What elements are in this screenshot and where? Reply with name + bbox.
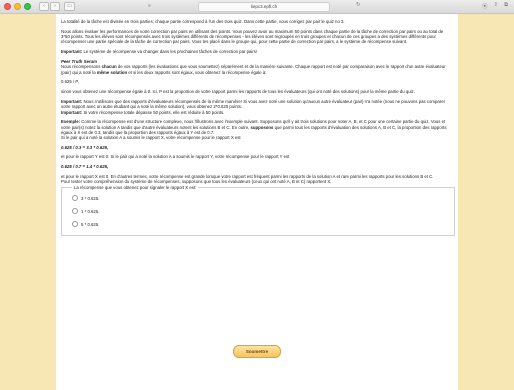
radio-button[interactable]: [72, 195, 78, 202]
points-text: Nous allons évaluer les performances de …: [61, 28, 444, 45]
important-label: Important:: [61, 109, 83, 115]
back-icon[interactable]: ‹: [39, 2, 49, 11]
example-part: Si le pair qui a noté la solution A a so…: [61, 135, 241, 141]
desc-bold: chacun: [101, 64, 117, 70]
answer-label: 5 * 0.625.: [81, 221, 100, 227]
radio-button[interactable]: [72, 208, 78, 215]
important-text: Le système de récompense va changer dans…: [82, 49, 258, 55]
question-legend: La récompense que vous obtenez pour sign…: [74, 184, 197, 190]
page-content: La totalité de la tâche est divisée en t…: [56, 14, 458, 390]
reward-description: Nous récompensons chacun de vos rapports…: [61, 64, 453, 75]
important-note: Important: Le système de récompense va c…: [61, 49, 453, 54]
example-label: Exemple:: [61, 119, 81, 125]
desc-part: Nous récompensons: [61, 64, 102, 70]
reload-icon[interactable]: ↻: [356, 2, 361, 8]
answer-label: 3 * 0.625.: [81, 195, 100, 201]
intro-text: La totalité de la tâche est divisée en t…: [61, 19, 345, 24]
answer-option[interactable]: 5 * 0.625.: [72, 218, 450, 231]
browser-toolbar: ‹ › ▭ ≡ liepc3.epfl.ch ↻ ⦿ ⇪ ⧉: [0, 0, 514, 14]
address-bar[interactable]: liepc3.epfl.ch: [198, 2, 330, 12]
forward-icon[interactable]: ›: [50, 2, 60, 11]
minimize-window-icon[interactable]: [14, 3, 21, 10]
proportion-text: sinon vous obtenez une récompense égale …: [61, 89, 415, 95]
instructions: La totalité de la tâche est divisée en t…: [61, 19, 455, 236]
close-window-icon[interactable]: [4, 3, 11, 10]
important-text: Nous n'utilisons que des rapports d'éval…: [61, 98, 446, 110]
desc-bold: même solution: [96, 69, 128, 75]
example-bold: supposons: [250, 124, 274, 130]
radio-button[interactable]: [72, 221, 78, 228]
example-text: Exemple: Comme la récompense est d'une s…: [61, 119, 453, 140]
important-text: Si votre récompense totale dépasse 50 po…: [82, 109, 225, 115]
window-controls: [4, 3, 31, 10]
download-icon[interactable]: ⦿: [482, 2, 488, 10]
formula-y: 0.625 / 0.7 = 1.4 * 0.625,: [61, 164, 109, 170]
formula-x: 0.625 / 0.3 = 3.3 * 0.625,: [61, 144, 109, 150]
browser-window: ‹ › ▭ ≡ liepc3.epfl.ch ↻ ⦿ ⇪ ⧉ La totali…: [0, 0, 514, 390]
formula-main: 0.625 / P,: [61, 79, 79, 85]
important-label: Important:: [61, 98, 83, 104]
reader-icon[interactable]: ≡: [148, 3, 151, 9]
share-icon[interactable]: ⇪: [493, 2, 498, 10]
desc-part: et si les deux rapports sont égaux, vous…: [127, 69, 267, 75]
example-y-text: et pour le rapport Y est 0. Si le pair q…: [61, 154, 290, 160]
submit-button[interactable]: Soumettre: [233, 345, 281, 358]
important-note-3: Important: Si votre récompense totale dé…: [61, 110, 453, 115]
important-label: Important:: [61, 49, 83, 55]
important-note-2: Important: Nous n'utilisons que des rapp…: [61, 99, 453, 110]
heading-text: Peer Truth Serum: [61, 58, 97, 64]
answer-option[interactable]: 1 * 0.625.: [72, 205, 450, 218]
answer-option[interactable]: 3 * 0.625.: [72, 192, 450, 205]
sidebar-toggle-icon[interactable]: ▭: [64, 2, 75, 11]
maximize-window-icon[interactable]: [24, 3, 31, 10]
tabs-icon[interactable]: ⧉: [504, 2, 508, 10]
answer-label: 1 * 0.625.: [81, 208, 100, 214]
answer-group: La récompense que vous obtenez pour sign…: [61, 184, 455, 236]
